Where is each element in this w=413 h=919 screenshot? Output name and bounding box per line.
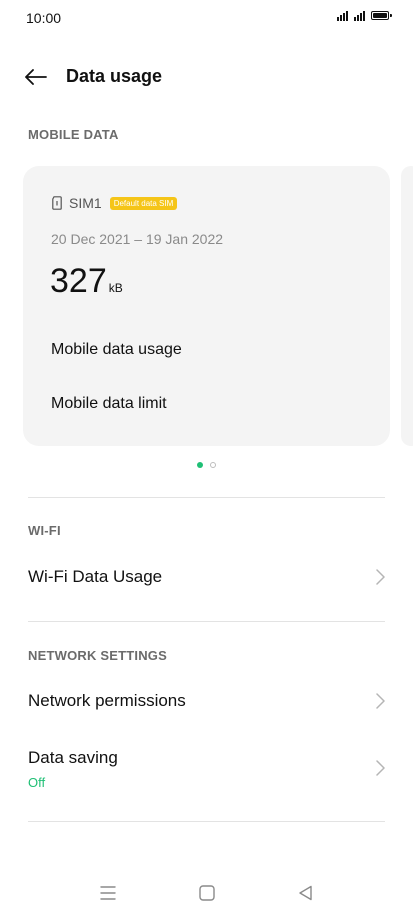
back-triangle-icon[interactable] — [297, 884, 315, 902]
data-saving-status: Off — [28, 775, 46, 790]
divider — [28, 621, 385, 622]
chevron-right-icon — [376, 693, 385, 709]
data-saving-label: Data saving — [28, 748, 118, 767]
network-settings-section-label: NETWORK SETTINGS — [28, 648, 167, 663]
mobile-data-limit-row[interactable]: Mobile data limit — [51, 395, 167, 413]
status-icons — [337, 10, 392, 21]
wifi-data-usage-label: Wi-Fi Data Usage — [28, 567, 163, 586]
wifi-section-label: WI-FI — [28, 523, 61, 538]
card-pager — [0, 462, 413, 468]
pager-dot-active — [197, 462, 203, 468]
mobile-data-usage-row[interactable]: Mobile data usage — [51, 341, 182, 359]
mobile-data-section-label: MOBILE DATA — [28, 127, 119, 142]
home-icon[interactable] — [198, 884, 216, 902]
usage-value: 327 — [50, 262, 107, 300]
network-permissions-label: Network permissions — [28, 691, 186, 710]
chevron-right-icon — [376, 569, 385, 585]
usage-unit: kB — [108, 281, 123, 295]
next-card-peek[interactable] — [401, 166, 413, 446]
back-button[interactable] — [22, 64, 50, 90]
status-time: 10:00 — [26, 10, 62, 26]
sim-card-icon — [52, 196, 62, 210]
sim-name: SIM1 — [69, 195, 102, 211]
data-saving-row[interactable]: Data saving Off — [0, 740, 413, 796]
arrow-left-icon — [25, 69, 47, 85]
battery-icon — [371, 11, 392, 20]
chevron-right-icon — [376, 760, 385, 776]
network-permissions-row[interactable]: Network permissions — [0, 680, 413, 722]
sim-row: SIM1 Default data SIM — [51, 195, 178, 211]
pager-dot — [210, 462, 216, 468]
wifi-data-usage-row[interactable]: Wi-Fi Data Usage — [0, 556, 413, 598]
default-sim-badge: Default data SIM — [109, 196, 178, 210]
divider — [28, 821, 385, 822]
usage-amount: 327 kB — [50, 262, 123, 301]
signal-1-icon — [337, 10, 348, 21]
divider — [28, 497, 385, 498]
signal-2-icon — [354, 10, 365, 21]
menu-icon[interactable] — [99, 884, 117, 902]
page-title: Data usage — [66, 66, 163, 86]
billing-date-range: 20 Dec 2021 – 19 Jan 2022 — [51, 231, 224, 247]
